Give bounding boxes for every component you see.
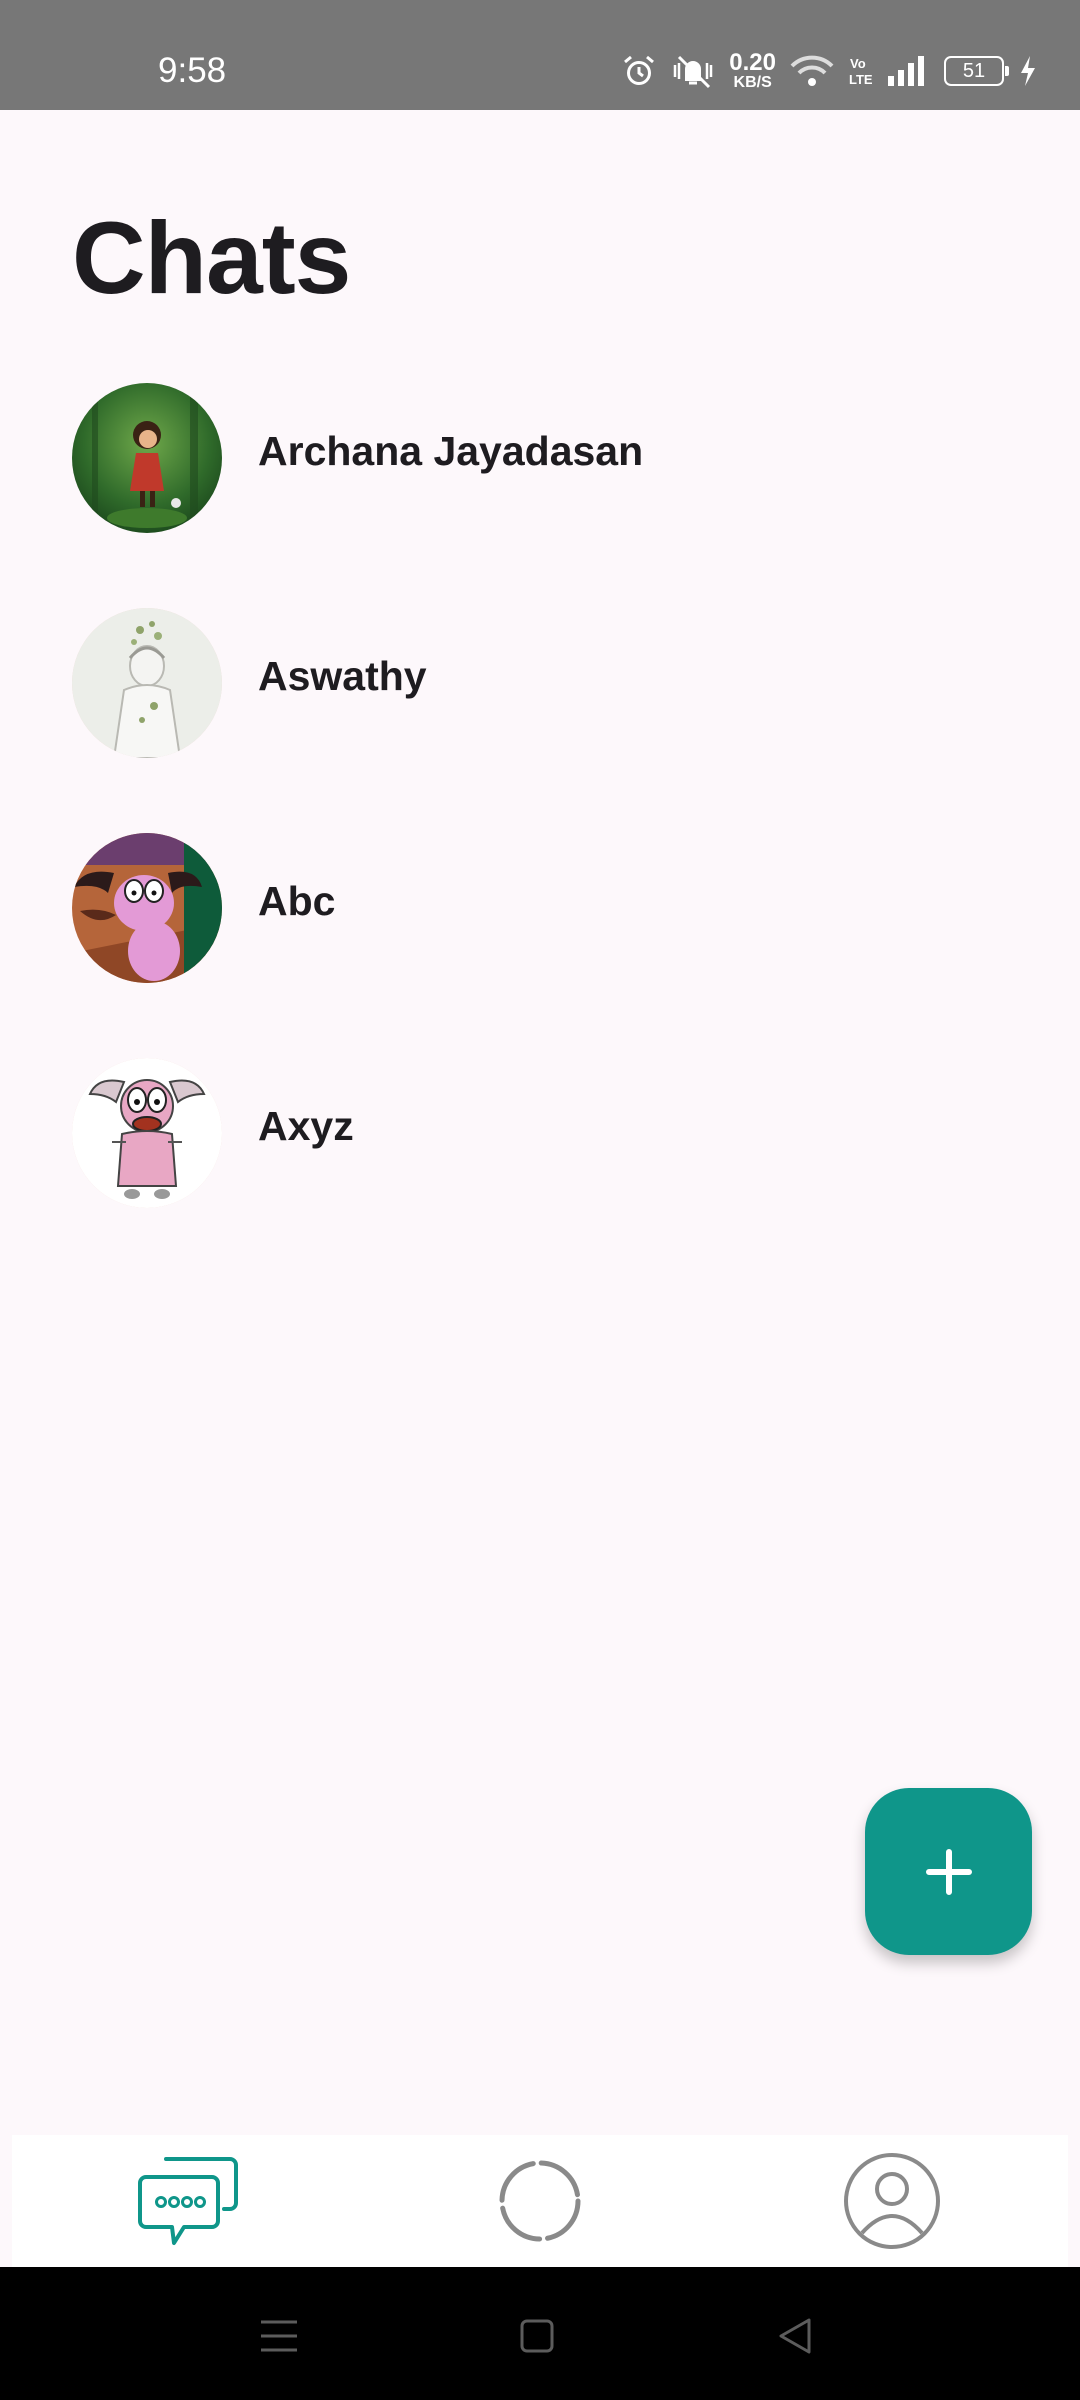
status-bar: 9:58 0.20 KB/S Vo LTE 51: [0, 0, 1080, 110]
chat-item[interactable]: Abc: [0, 830, 1080, 1055]
speed-unit: KB/S: [733, 74, 772, 91]
chat-item[interactable]: Axyz: [0, 1055, 1080, 1280]
wifi-icon: [790, 55, 834, 86]
home-button[interactable]: [502, 2301, 572, 2371]
svg-text:LTE: LTE: [849, 72, 872, 87]
status-ring-icon: [499, 2160, 581, 2242]
plus-icon: [925, 1848, 972, 1895]
system-nav-bar: [0, 2267, 1080, 2400]
back-button[interactable]: [760, 2301, 830, 2371]
chat-item[interactable]: Aswathy: [0, 605, 1080, 830]
menu-icon: [261, 2320, 297, 2352]
chat-name: Aswathy: [258, 653, 427, 699]
chat-bubbles-icon: [138, 2157, 238, 2245]
avatar: [72, 1058, 222, 1208]
avatar: [72, 383, 222, 533]
tab-profile[interactable]: [792, 2135, 992, 2267]
network-speed: 0.20 KB/S: [729, 51, 776, 91]
profile-icon: [844, 2153, 940, 2249]
avatar: [72, 833, 222, 983]
chat-list: Archana Jayadasan Aswathy Abc Axyz: [0, 380, 1080, 1280]
chat-name: Archana Jayadasan: [258, 428, 644, 474]
recent-apps-button[interactable]: [244, 2301, 314, 2371]
svg-text:Vo: Vo: [850, 56, 866, 71]
status-icons: 0.20 KB/S Vo LTE 51: [621, 50, 1038, 92]
avatar: [72, 608, 222, 758]
chat-name: Abc: [258, 878, 336, 924]
tab-chats[interactable]: [88, 2135, 288, 2267]
back-triangle-icon: [779, 2318, 811, 2354]
page-title: Chats: [72, 201, 351, 315]
tab-status[interactable]: [440, 2135, 640, 2267]
mute-vibrate-icon: [674, 55, 713, 89]
signal-icon: [888, 56, 924, 86]
home-square-icon: [520, 2319, 554, 2353]
chat-item[interactable]: Archana Jayadasan: [0, 380, 1080, 605]
bottom-nav: [12, 2135, 1068, 2267]
chat-name: Axyz: [258, 1103, 354, 1149]
status-time: 9:58: [158, 51, 227, 90]
volte-icon: Vo LTE: [849, 56, 872, 87]
new-chat-button[interactable]: [865, 1788, 1032, 1955]
speed-value: 0.20: [729, 49, 776, 76]
battery-icon: 51: [944, 56, 1009, 86]
charging-icon: [1021, 56, 1035, 86]
alarm-icon: [624, 55, 655, 85]
